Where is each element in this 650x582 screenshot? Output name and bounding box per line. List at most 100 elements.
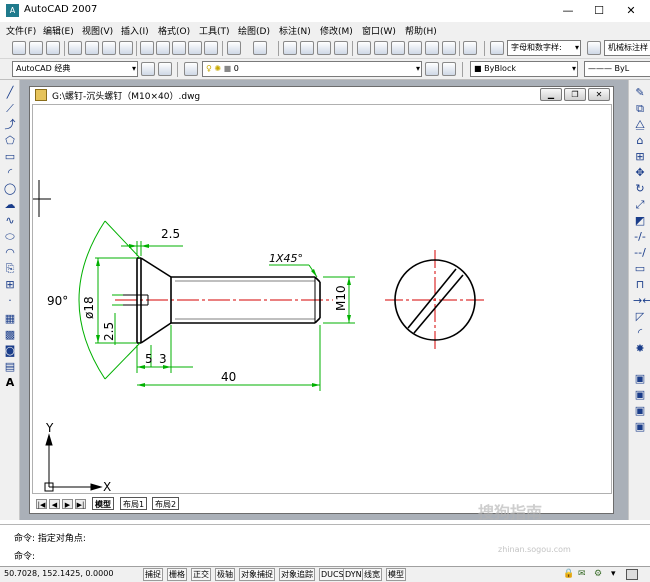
menu-draw[interactable]: 绘图(D) bbox=[238, 24, 270, 37]
help-icon[interactable] bbox=[463, 41, 477, 55]
dyn-toggle[interactable]: DYN bbox=[343, 568, 364, 581]
layer-previous-icon[interactable] bbox=[442, 62, 456, 76]
prev-tab-icon[interactable]: ◀ bbox=[49, 499, 60, 509]
table-icon[interactable]: ▤ bbox=[3, 360, 17, 373]
model-space-canvas[interactable]: 2.5 90° ø18 2.5 5 3 40 1X45° M10 Y X bbox=[32, 104, 612, 494]
communication-center-icon[interactable]: ✉ bbox=[578, 569, 586, 579]
menu-modify[interactable]: 修改(M) bbox=[320, 24, 353, 37]
move-icon[interactable]: ✥ bbox=[633, 166, 647, 179]
grid-toggle[interactable]: 栅格 bbox=[167, 568, 187, 581]
insert-block-icon[interactable]: ⎘ bbox=[3, 262, 17, 275]
menu-edit[interactable]: 编辑(E) bbox=[43, 24, 74, 37]
line-icon[interactable]: ╱ bbox=[3, 86, 17, 99]
design-center-icon[interactable] bbox=[374, 41, 388, 55]
tab-model[interactable]: 模型 bbox=[92, 497, 114, 510]
tab-layout1[interactable]: 布局1 bbox=[120, 497, 148, 510]
explode-icon[interactable]: ✸ bbox=[633, 342, 647, 355]
revision-cloud-icon[interactable]: ☁ bbox=[3, 198, 17, 211]
polar-toggle[interactable]: 极轴 bbox=[215, 568, 235, 581]
block-editor-icon[interactable] bbox=[204, 41, 218, 55]
break-icon[interactable]: ⊓ bbox=[633, 278, 647, 291]
clean-screen-icon[interactable] bbox=[626, 569, 638, 580]
menu-window[interactable]: 窗口(W) bbox=[362, 24, 396, 37]
last-tab-icon[interactable]: ▶| bbox=[75, 499, 86, 509]
ducs-toggle[interactable]: DUCS bbox=[319, 568, 346, 581]
publish-icon[interactable] bbox=[102, 41, 116, 55]
workspace-select[interactable]: AutoCAD 经典 ▾ bbox=[12, 61, 138, 77]
fillet-icon[interactable]: ◜ bbox=[633, 326, 647, 339]
tray-menu-icon[interactable]: ▾ bbox=[611, 569, 616, 579]
point-icon[interactable]: · bbox=[3, 294, 17, 307]
region-icon[interactable]: ◙ bbox=[3, 344, 17, 357]
osnap-toggle[interactable]: 对象捕捉 bbox=[239, 568, 275, 581]
arc-icon[interactable]: ◜ bbox=[3, 166, 17, 179]
array-icon[interactable]: ⊞ bbox=[633, 150, 647, 163]
match-properties-icon[interactable] bbox=[188, 41, 202, 55]
polyline-icon[interactable]: ⤴ bbox=[3, 118, 17, 131]
markup-icon[interactable] bbox=[425, 41, 439, 55]
circle-icon[interactable]: ◯ bbox=[3, 182, 17, 195]
dim-style-icon[interactable] bbox=[587, 41, 601, 55]
mirror-icon[interactable]: ⧋ bbox=[633, 118, 647, 131]
menu-view[interactable]: 视图(V) bbox=[82, 24, 113, 37]
otrack-toggle[interactable]: 对象追踪 bbox=[279, 568, 315, 581]
menu-help[interactable]: 帮助(H) bbox=[405, 24, 437, 37]
rectangle-icon[interactable]: ▭ bbox=[3, 150, 17, 163]
menu-dimension[interactable]: 标注(N) bbox=[279, 24, 311, 37]
ortho-toggle[interactable]: 正交 bbox=[191, 568, 211, 581]
print-icon[interactable] bbox=[68, 41, 82, 55]
linetype-select[interactable]: ——— ByL bbox=[584, 61, 650, 77]
copy-object-icon[interactable]: ⧉ bbox=[633, 102, 647, 115]
lock-toolbar-icon[interactable]: ⚙ bbox=[594, 569, 602, 579]
new-icon[interactable] bbox=[12, 41, 26, 55]
undo-icon[interactable] bbox=[227, 41, 241, 55]
join-icon[interactable]: →← bbox=[633, 294, 650, 307]
next-tab-icon[interactable]: ▶ bbox=[62, 499, 73, 509]
calculator-icon[interactable] bbox=[442, 41, 456, 55]
draworder-back-icon[interactable]: ▣ bbox=[633, 388, 647, 401]
3d-dwf-icon[interactable] bbox=[119, 41, 133, 55]
menu-insert[interactable]: 插入(I) bbox=[121, 24, 149, 37]
tray-settings-icon[interactable]: 🔒 bbox=[563, 569, 574, 579]
text-style-icon[interactable] bbox=[490, 41, 504, 55]
tool-palettes-icon[interactable] bbox=[391, 41, 405, 55]
hatch-icon[interactable]: ▦ bbox=[3, 312, 17, 325]
construction-line-icon[interactable]: ⟋ bbox=[3, 102, 17, 115]
spline-icon[interactable]: ∿ bbox=[3, 214, 17, 227]
menu-tools[interactable]: 工具(T) bbox=[199, 24, 230, 37]
draworder-above-icon[interactable]: ▣ bbox=[633, 404, 647, 417]
minimize-button[interactable]: — bbox=[553, 3, 583, 19]
cut-icon[interactable] bbox=[140, 41, 154, 55]
command-input-line[interactable]: 命令: bbox=[14, 549, 35, 562]
doc-minimize-button[interactable]: ▁ bbox=[540, 88, 562, 101]
text-style-select[interactable]: 字母和数字样: ▾ bbox=[507, 40, 581, 56]
workspace-save-icon[interactable] bbox=[158, 62, 172, 76]
tab-layout2[interactable]: 布局2 bbox=[152, 497, 180, 510]
extend-icon[interactable]: --/ bbox=[633, 246, 647, 259]
first-tab-icon[interactable]: |◀ bbox=[36, 499, 47, 509]
trim-icon[interactable]: -/- bbox=[633, 230, 647, 243]
menu-file[interactable]: 文件(F) bbox=[6, 24, 36, 37]
break-at-point-icon[interactable]: ▭ bbox=[633, 262, 647, 275]
redo-icon[interactable] bbox=[253, 41, 267, 55]
offset-icon[interactable]: ⌂ bbox=[633, 134, 647, 147]
gradient-icon[interactable]: ▩ bbox=[3, 328, 17, 341]
open-icon[interactable] bbox=[29, 41, 43, 55]
doc-close-button[interactable]: ✕ bbox=[588, 88, 610, 101]
multiline-text-icon[interactable]: A bbox=[3, 376, 17, 389]
stretch-icon[interactable]: ◩ bbox=[633, 214, 647, 227]
menu-format[interactable]: 格式(O) bbox=[158, 24, 190, 37]
zoom-previous-icon[interactable] bbox=[334, 41, 348, 55]
snap-toggle[interactable]: 捕捉 bbox=[143, 568, 163, 581]
layer-manager-icon[interactable] bbox=[184, 62, 198, 76]
ellipse-arc-icon[interactable]: ◠ bbox=[3, 246, 17, 259]
sheet-set-icon[interactable] bbox=[408, 41, 422, 55]
paste-icon[interactable] bbox=[172, 41, 186, 55]
scale-icon[interactable]: ⤢ bbox=[633, 198, 647, 211]
rotate-icon[interactable]: ↻ bbox=[633, 182, 647, 195]
make-current-layer-icon[interactable] bbox=[425, 62, 439, 76]
dim-style-select[interactable]: 机械标注样 bbox=[604, 40, 650, 56]
zoom-window-icon[interactable] bbox=[317, 41, 331, 55]
color-select[interactable]: ■ ByBlock ▾ bbox=[470, 61, 578, 77]
plot-preview-icon[interactable] bbox=[85, 41, 99, 55]
